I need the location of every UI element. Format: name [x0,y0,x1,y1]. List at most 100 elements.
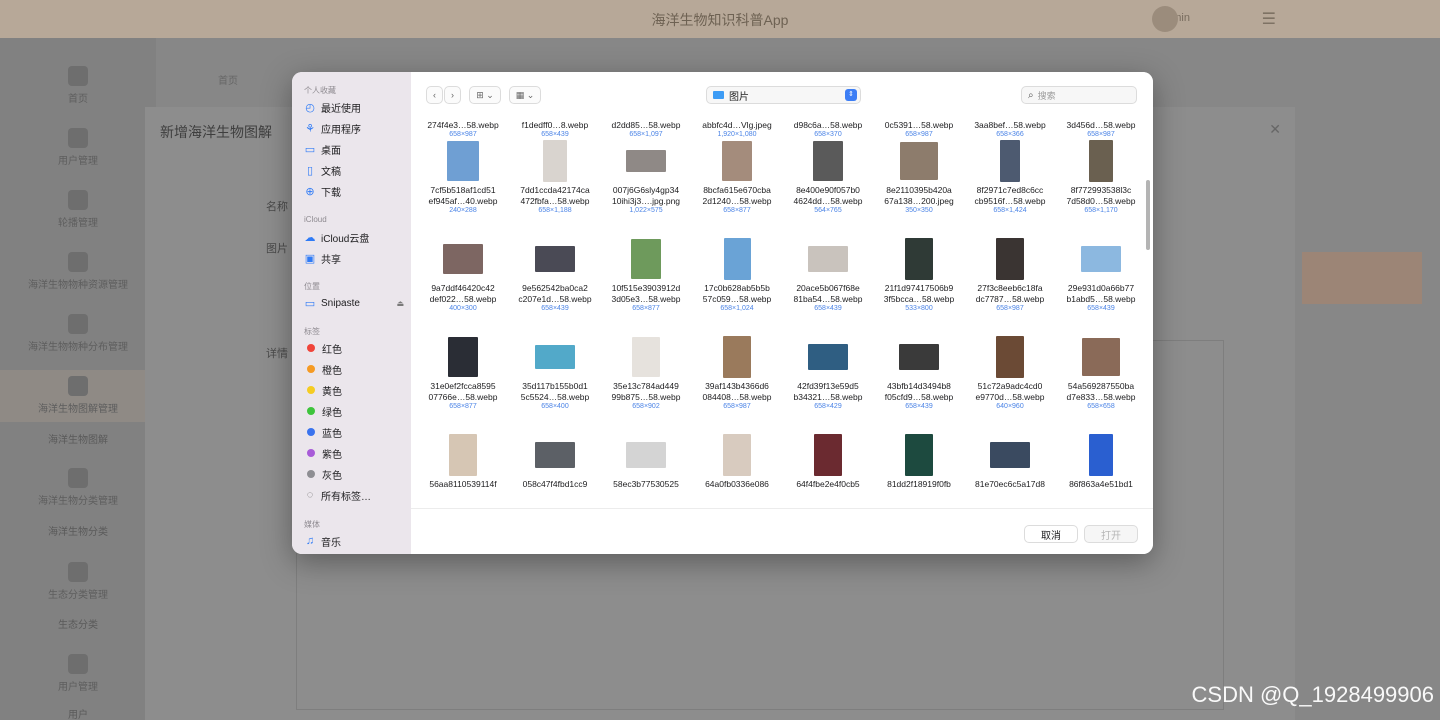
file-name: 42fd39f13e59d5 b34321…58.webp [793,381,863,402]
file-item[interactable]: 51c72a9adc4cd0 e9770d…58.webp 640×960 [964,336,1056,426]
file-item[interactable]: 54a569287550ba d7e833…58.webp 658×658 [1055,336,1147,426]
file-dimensions: 658×1,424 [993,207,1027,214]
file-item[interactable]: 8f2971c7ed8c6cc cb9516f…58.webp 658×1,424 [964,140,1056,230]
eject-icon[interactable]: ⏏ [396,299,404,308]
group-button[interactable]: ▦ ⌄ [509,86,541,104]
file-item[interactable]: 8f772993538l3c 7d58d0…58.webp 658×1,170 [1055,140,1147,230]
finder-sidebar: 个人收藏 ◴ 最近使用 ⚘ 应用程序 ▭ 桌面 ▯ 文稿 ⊕ 下载 iCloud ☁ iCloud云盘 ▣ 共… [292,72,411,554]
tab-home[interactable]: 首页 [218,72,238,87]
file-item[interactable]: 29e931d0a66b77 b1abd5…58.webp 658×439 [1055,238,1147,328]
file-dimensions: 1,022×575 [629,207,663,214]
finder-sidebar-item[interactable]: ☁ iCloud云盘 [304,228,404,246]
finder-sidebar-item[interactable]: ▭ Snipaste ⏏ [304,294,404,312]
search-input[interactable]: ⌕ 搜索 [1021,86,1137,104]
tag-color-dot [307,470,315,478]
file-item[interactable]: 35d117b155b0d1 5c5524…58.webp 658×400 [509,336,601,426]
file-name: abbfc4d…Vlg.jpeg [702,120,772,130]
file-item[interactable]: 7dd1ccda42174ca 472fbfa…58.webp 658×1,188 [509,140,601,230]
sidebar-item[interactable]: 海洋生物物种分布管理 [0,308,156,360]
file-dimensions: 658×987 [905,131,933,138]
file-item[interactable]: 8e2110395b420a 67a138…200.jpeg 350×350 [873,140,965,230]
cancel-button[interactable]: 取消 [1024,525,1078,543]
file-item[interactable]: 7cf5b518af1cd51 ef945af…40.webp 240×288 [417,140,509,230]
file-item[interactable]: 21f1d97417506b9 3f5bcca…58.webp 533×800 [873,238,965,328]
avatar[interactable] [1152,6,1178,32]
upload-area[interactable] [1302,252,1422,304]
tag-item[interactable]: 黄色 [304,381,404,399]
sidebar-item[interactable]: 轮播管理 [0,184,156,236]
file-item[interactable]: 64a0fb0336e086 [691,434,783,508]
sidebar-item[interactable]: 生态分类管理 [0,556,156,608]
file-item[interactable]: 8bcfa615e670cba 2d1240…58.webp 658×877 [691,140,783,230]
sidebar-item[interactable]: 海洋生物物种资源管理 [0,246,156,298]
finder-sidebar-item[interactable]: ▭ 桌面 [304,140,404,158]
file-dimensions: 533×800 [905,305,933,312]
finder-sidebar-item[interactable]: ▣ 共享 [304,249,404,267]
file-item[interactable]: 39af143b4366d6 084408…58.webp 658×987 [691,336,783,426]
file-thumbnail [814,434,842,476]
file-item[interactable]: 20ace5b067f68e 81ba54…58.webp 658×439 [782,238,874,328]
file-item[interactable]: 81dd2f18919f0fb [873,434,965,508]
file-item[interactable]: 9a7ddf46420c42 def022…58.webp 400×300 [417,238,509,328]
file-item[interactable]: 10f515e3903912d 3d05e3…58.webp 658×877 [600,238,692,328]
file-item[interactable]: 56aa8110539114f [417,434,509,508]
scrollbar[interactable] [1146,180,1150,250]
file-item[interactable]: 35e13c784ad449 99b875…58.webp 658×902 [600,336,692,426]
file-item[interactable]: 007j6G6sly4gp34 10ihi3j3….jpg.png 1,022×5… [600,140,692,230]
file-item[interactable]: 058c47f4fbd1cc9 [509,434,601,508]
open-button[interactable]: 打开 [1084,525,1138,543]
tag-item[interactable]: 紫色 [304,444,404,462]
finder-sidebar-item[interactable]: ♫ 音乐 [304,532,404,550]
location-popup[interactable]: 图片 ⇕ [706,86,861,104]
file-item[interactable]: 86f863a4e51bd1 [1055,434,1147,508]
menu-icon[interactable]: ☰ [1262,9,1276,29]
tag-item[interactable]: 蓝色 [304,423,404,441]
forward-button[interactable]: › [444,86,461,104]
close-icon[interactable]: ✕ [1269,121,1281,138]
file-item[interactable]: 8e400e90f057b0 4624dd…58.webp 564×765 [782,140,874,230]
file-item[interactable]: 81e70ec6c5a17d8 [964,434,1056,508]
file-name: 20ace5b067f68e 81ba54…58.webp [793,283,863,304]
sidebar-subitem[interactable]: 海洋生物图解 [0,431,156,446]
sidebar-item[interactable]: 首页 [0,60,156,112]
file-name: 8bcfa615e670cba 2d1240…58.webp [702,185,772,206]
file-dimensions: 658×987 [996,305,1024,312]
watermark: CSDN @Q_1928499906 [1191,682,1434,707]
file-thumbnail [626,150,666,172]
file-item[interactable]: 58ec3b77530525 [600,434,692,508]
finder-sidebar-item[interactable]: ⚘ 应用程序 [304,119,404,137]
finder-sidebar-item[interactable]: ⊕ 下载 [304,182,404,200]
sidebar-item-label: 用户管理 [58,682,98,693]
finder-sidebar-item[interactable]: ◴ 最近使用 [304,98,404,116]
file-item[interactable]: 31e0ef2fcca8595 07766e…58.webp 658×877 [417,336,509,426]
file-thumbnail [990,442,1030,468]
sidebar-subitem[interactable]: 海洋生物分类 [0,523,156,538]
file-item[interactable]: 43bfb14d3494b8 f05cfd9…58.webp 658×439 [873,336,965,426]
sidebar-item[interactable]: 用户管理 [0,122,156,174]
tag-item[interactable]: 灰色 [304,465,404,483]
file-item[interactable]: 64f4fbe2e4f0cb5 [782,434,874,508]
all-tags-item[interactable]: ◌ 所有标签… [304,486,404,504]
file-thumbnail [1089,434,1113,476]
file-item[interactable]: 42fd39f13e59d5 b34321…58.webp 658×429 [782,336,874,426]
file-item[interactable]: 9e562542ba0ca2 c207e1d…58.webp 658×439 [509,238,601,328]
file-name: 35d117b155b0d1 5c5524…58.webp [520,381,590,402]
tag-color-dot [307,365,315,373]
file-item[interactable]: 17c0b628ab5b5b 57c059…58.webp 658×1,024 [691,238,783,328]
file-item[interactable]: 27f3c8eeb6c18fa dc7787…58.webp 658×987 [964,238,1056,328]
tag-item[interactable]: 橙色 [304,360,404,378]
sidebar-item[interactable]: 海洋生物分类管理 [0,462,156,514]
file-name: 29e931d0a66b77 b1abd5…58.webp [1066,283,1136,304]
finder-sidebar-item[interactable]: ▯ 文稿 [304,161,404,179]
file-dimensions: 564×765 [814,207,842,214]
back-button[interactable]: ‹ [426,86,443,104]
sidebar-item[interactable]: 海洋生物图解管理 [0,370,156,422]
sidebar-item[interactable]: 用户管理 [0,648,156,700]
tag-item[interactable]: 红色 [304,339,404,357]
file-dimensions: 658×1,170 [1084,207,1118,214]
view-mode-button[interactable]: ⊞ ⌄ [469,86,501,104]
tag-item[interactable]: 绿色 [304,402,404,420]
sidebar-subitem[interactable]: 用户 [0,706,156,720]
sidebar-subitem[interactable]: 生态分类 [0,616,156,631]
file-dimensions: 658×902 [632,403,660,410]
